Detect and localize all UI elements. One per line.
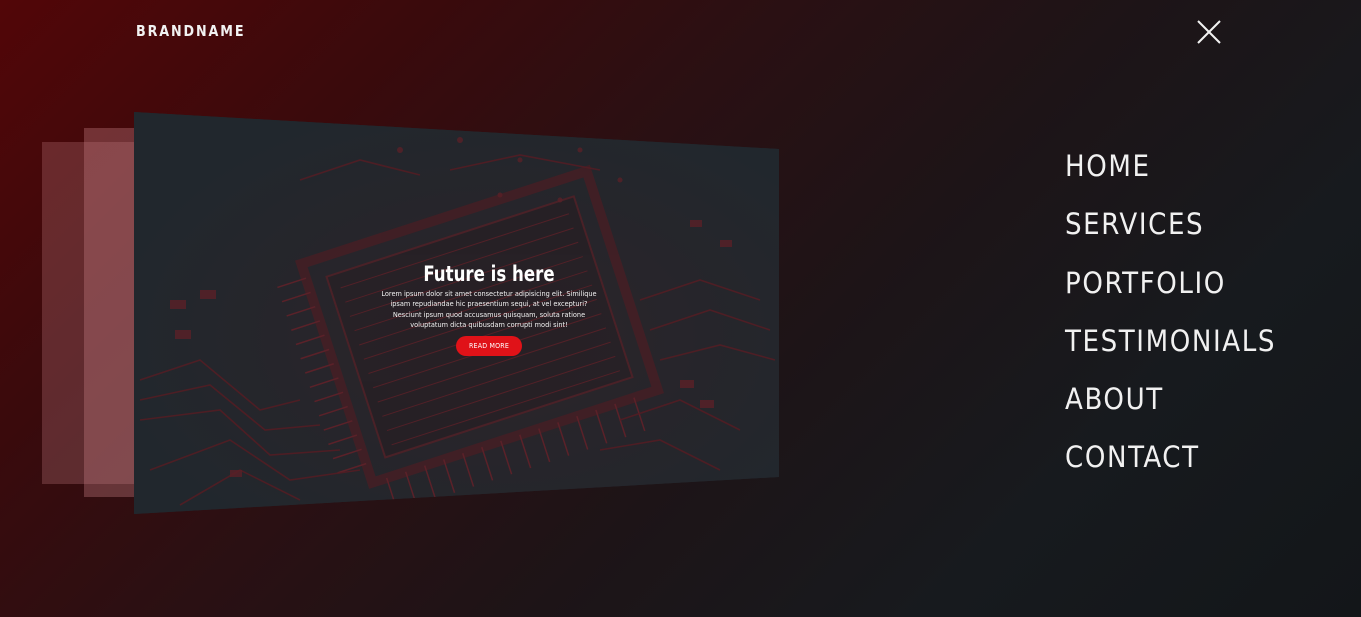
nav-item-contact[interactable]: CONTACT xyxy=(1065,437,1276,495)
nav-item-about[interactable]: ABOUT xyxy=(1065,379,1276,437)
page-preview-stage: Future is here Lorem ipsum dolor sit ame… xyxy=(0,0,820,617)
close-menu-button[interactable] xyxy=(1196,19,1222,45)
main-navigation: HOME SERVICES PORTFOLIO TESTIMONIALS ABO… xyxy=(1065,146,1276,496)
card-title: Future is here xyxy=(423,262,555,286)
read-more-button[interactable]: READ MORE xyxy=(455,336,523,357)
nav-item-portfolio[interactable]: PORTFOLIO xyxy=(1065,263,1276,321)
close-icon xyxy=(1197,20,1221,44)
nav-item-services[interactable]: SERVICES xyxy=(1065,204,1276,262)
nav-item-testimonials[interactable]: TESTIMONIALS xyxy=(1065,321,1276,379)
card-content: Future is here Lorem ipsum dolor sit ame… xyxy=(374,262,604,357)
nav-item-home[interactable]: HOME xyxy=(1065,146,1276,204)
card-description: Lorem ipsum dolor sit amet consectetur a… xyxy=(381,289,597,329)
